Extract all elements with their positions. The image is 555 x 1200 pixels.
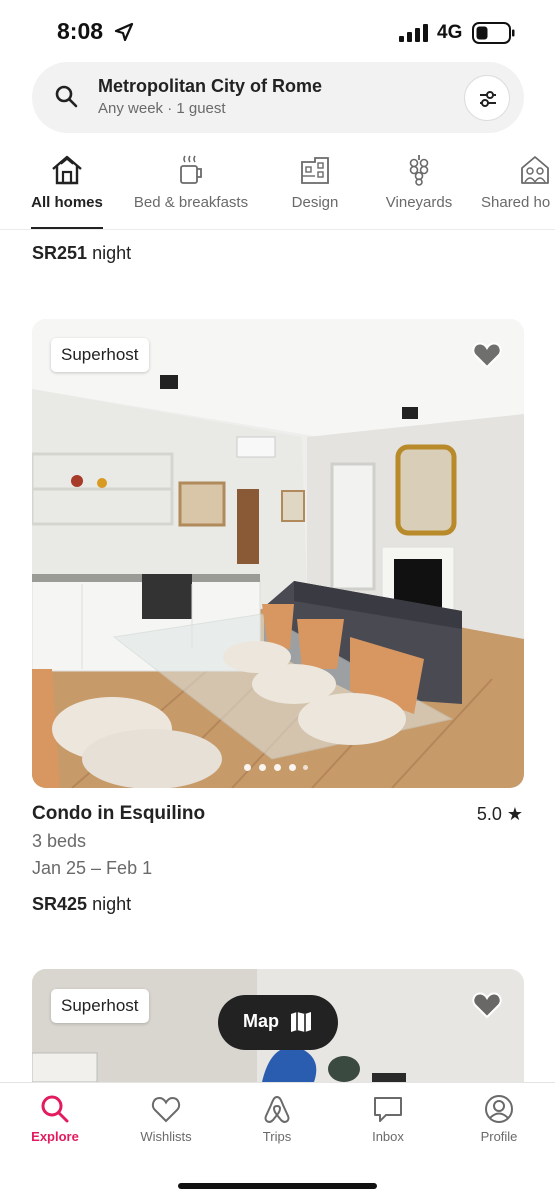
category-label: All homes: [31, 194, 103, 211]
wishlist-heart-icon[interactable]: [472, 991, 502, 1019]
apartment-interior-photo: [32, 319, 524, 788]
pagination-dot: [303, 765, 308, 770]
listing-beds: 3 beds: [32, 831, 87, 851]
rating-value: 5.0: [476, 804, 502, 824]
nav-label: Profile: [480, 1129, 518, 1144]
building-icon: [301, 157, 329, 184]
house-icon: [52, 155, 82, 185]
category-label: Shared ho: [481, 194, 551, 211]
category-label: Vineyards: [385, 194, 453, 211]
location-arrow-icon: [114, 22, 134, 42]
map-button-label: Map: [243, 1011, 279, 1031]
filter-icon: [480, 91, 496, 107]
pagination-dot: [274, 764, 281, 771]
search-destination[interactable]: Metropolitan City of Rome: [98, 76, 322, 97]
price-amount: SR251: [32, 243, 88, 263]
search-bar[interactable]: [32, 62, 524, 133]
airbnb-logo-icon: [264, 1095, 290, 1123]
nav-profile[interactable]: Profile: [454, 1083, 544, 1153]
nav-label: Explore: [31, 1129, 79, 1144]
superhost-badge: Superhost: [51, 989, 149, 1023]
status-bar: 8:08 4G: [0, 0, 555, 62]
category-all-homes[interactable]: All homes: [31, 148, 103, 229]
nav-wishlists[interactable]: Wishlists: [121, 1083, 211, 1153]
listing-photo[interactable]: [32, 319, 524, 788]
people-house-icon: [521, 156, 549, 184]
listing-rating: 5.0 ★: [477, 804, 523, 825]
previous-listing-price: SR251 night: [32, 243, 131, 264]
nav-label: Trips: [262, 1129, 292, 1144]
signal-icon: [399, 24, 428, 42]
search-icon: [41, 1095, 69, 1123]
listing-title[interactable]: Condo in Esquilino: [32, 803, 205, 825]
nav-trips[interactable]: Trips: [232, 1083, 322, 1153]
pagination-dot: [259, 764, 266, 771]
network-type: 4G: [437, 22, 463, 43]
photo-pagination-dots: [244, 764, 314, 772]
search-details[interactable]: Any week · 1 guest: [98, 100, 226, 117]
category-vineyards[interactable]: Vineyards: [383, 148, 455, 229]
pagination-dot: [244, 764, 251, 771]
listing-price: SR425 night: [32, 894, 131, 915]
category-label: Bed & breakfasts: [133, 194, 249, 211]
status-time: 8:08: [57, 18, 104, 44]
heart-icon: [151, 1096, 181, 1123]
battery-icon: [472, 22, 515, 44]
superhost-badge: Superhost: [51, 338, 149, 372]
price-unit: night: [92, 894, 132, 914]
wishlist-heart-icon[interactable]: [472, 341, 502, 369]
nav-inbox[interactable]: Inbox: [343, 1083, 433, 1153]
map-icon: [291, 1012, 311, 1032]
search-icon: [55, 85, 78, 108]
filter-button[interactable]: [464, 75, 510, 121]
category-bar: All homes Bed & breakfasts Design Vineya…: [0, 148, 555, 230]
category-shared-homes[interactable]: Shared ho: [481, 148, 555, 229]
message-icon: [374, 1097, 402, 1122]
nav-label: Inbox: [372, 1129, 404, 1144]
price-amount: SR425: [32, 894, 88, 914]
category-bed-breakfasts[interactable]: Bed & breakfasts: [129, 148, 253, 229]
grapes-icon: [409, 155, 429, 186]
profile-icon: [485, 1095, 513, 1123]
category-label: Design: [291, 194, 339, 211]
nav-explore[interactable]: Explore: [10, 1083, 100, 1153]
nav-label: Wishlists: [140, 1129, 192, 1144]
category-design[interactable]: Design: [289, 148, 341, 229]
home-indicator: [178, 1183, 377, 1189]
coffee-cup-icon: [180, 155, 202, 184]
star-icon: ★: [506, 804, 523, 824]
pagination-dot: [289, 764, 296, 771]
map-button[interactable]: Map: [218, 995, 338, 1050]
listing-dates: Jan 25 – Feb 1: [32, 858, 153, 878]
price-unit: night: [92, 243, 132, 263]
